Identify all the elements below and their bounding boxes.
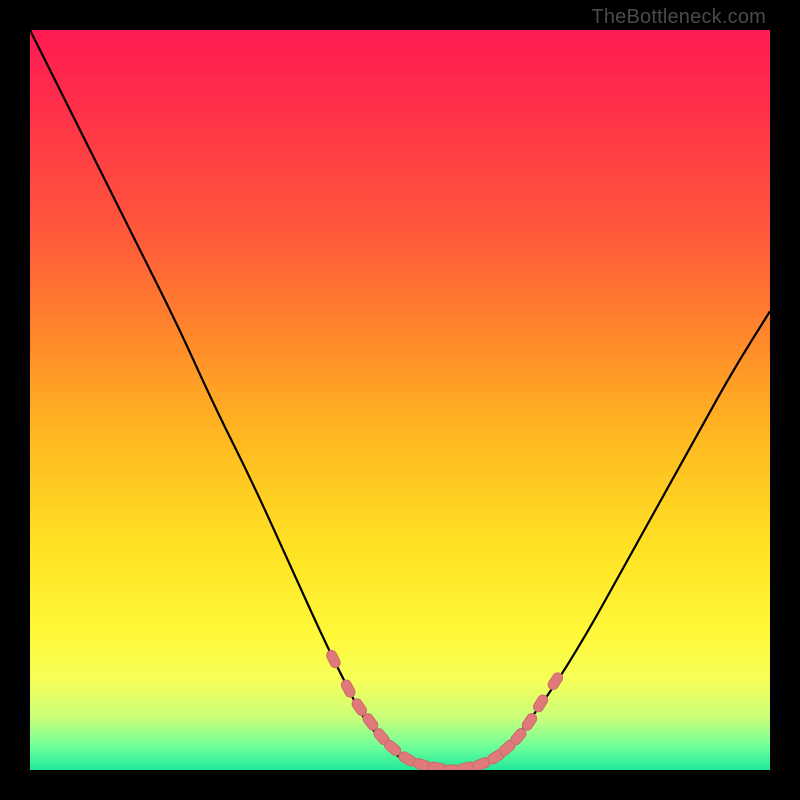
bottleneck-curve-svg: [30, 30, 770, 770]
marker-group: [325, 649, 565, 770]
curve-path: [30, 30, 770, 770]
curve-marker: [325, 649, 342, 670]
chart-frame: TheBottleneck.com: [0, 0, 800, 800]
watermark-text: TheBottleneck.com: [591, 6, 766, 29]
curve-marker: [340, 678, 357, 699]
plot-area: [30, 30, 770, 770]
